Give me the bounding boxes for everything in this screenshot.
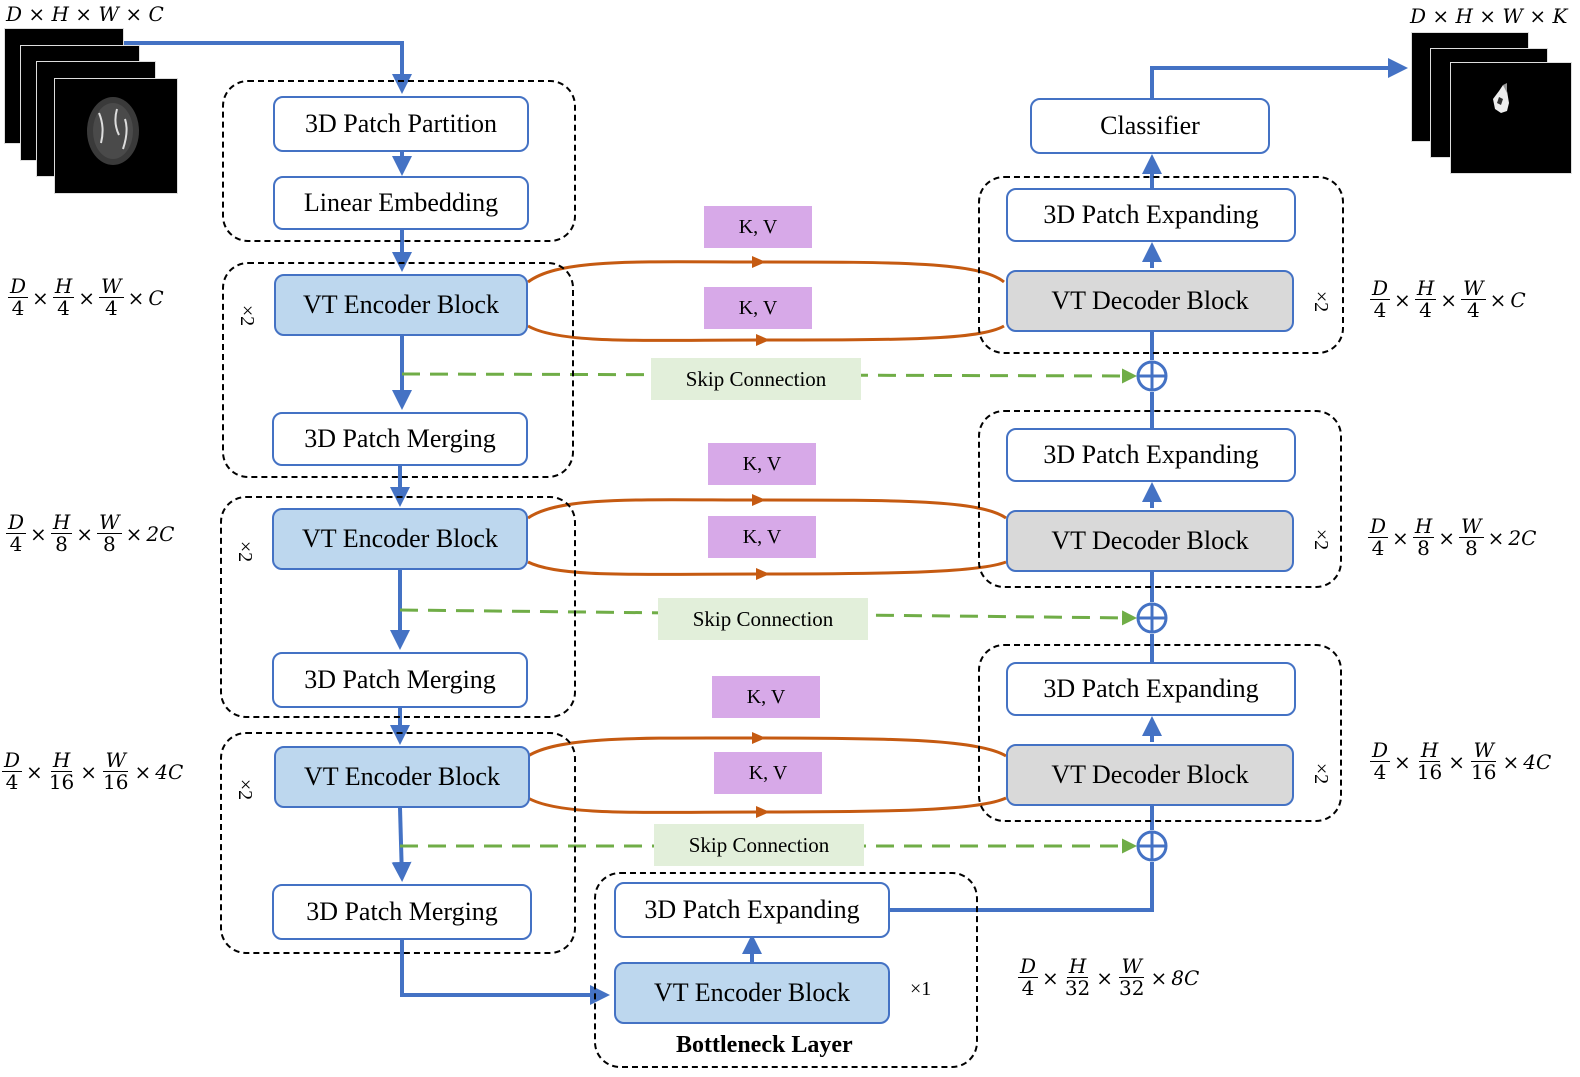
kv-label-2b: K, V <box>708 516 816 558</box>
decoder-stage-2-repeat: ×2 <box>1310 528 1333 551</box>
kv-arrowhead-1a <box>752 256 766 268</box>
brain-scan-icon <box>87 97 139 165</box>
bottleneck-repeat: ×1 <box>910 978 932 1000</box>
patch-partition-box[interactable]: 3D Patch Partition <box>273 96 529 152</box>
skip-connection-label-3: Skip Connection <box>654 824 864 866</box>
decoder-block-3[interactable]: VT Decoder Block <box>1006 744 1294 806</box>
encoder-stage-3-repeat: ×2 <box>234 778 257 801</box>
encoder-stage-2-repeat: ×2 <box>234 540 257 563</box>
segmentation-mask-icon <box>1493 83 1509 113</box>
input-slice-mri <box>54 78 178 194</box>
kv-arrow-1a <box>527 260 1005 284</box>
dim-label-encoder-2: D 4 × H 8 × W 8 × 2C <box>6 510 175 556</box>
encoder-block-1[interactable]: VT Encoder Block <box>274 274 528 336</box>
skip-connection-label-2: Skip Connection <box>658 598 868 640</box>
encoder-stage-1-repeat: ×2 <box>236 304 259 327</box>
dim-label-decoder-1: D 4 × H 4 × W 4 × C <box>1370 276 1526 322</box>
bottleneck-encoder-block[interactable]: VT Encoder Block <box>614 962 890 1024</box>
decoder-block-1[interactable]: VT Decoder Block <box>1006 270 1294 332</box>
output-slice-segmentation <box>1450 62 1572 174</box>
decoder-block-2[interactable]: VT Decoder Block <box>1006 510 1294 572</box>
dim-label-bottleneck: D 4 × H 32 × W 32 × 8C <box>1018 954 1200 1000</box>
dim-label-decoder-3: D 4 × H 16 × W 16 × 4C <box>1370 738 1552 784</box>
skip-connection-label-1: Skip Connection <box>651 358 861 400</box>
patch-merging-2[interactable]: 3D Patch Merging <box>272 652 528 708</box>
kv-label-3a: K, V <box>712 676 820 718</box>
patch-merging-3[interactable]: 3D Patch Merging <box>272 884 532 940</box>
patch-merging-1[interactable]: 3D Patch Merging <box>272 412 528 466</box>
add-node-3 <box>1136 830 1168 862</box>
kv-label-2a: K, V <box>708 443 816 485</box>
decoder-stage-1-repeat: ×2 <box>1310 290 1333 313</box>
output-dims-label: D × H × W × K <box>1410 4 1568 28</box>
decoder-patch-expanding-1[interactable]: 3D Patch Expanding <box>1006 188 1296 242</box>
kv-arrowhead-3a <box>752 732 766 744</box>
decoder-stage-3-repeat: ×2 <box>1310 762 1333 785</box>
input-dims-label: D × H × W × C <box>6 2 164 26</box>
kv-arrowhead-1b <box>756 334 770 346</box>
kv-label-1b: K, V <box>704 287 812 329</box>
linear-embedding-box[interactable]: Linear Embedding <box>273 176 529 230</box>
encoder-block-3[interactable]: VT Encoder Block <box>274 746 530 808</box>
encoder-block-2[interactable]: VT Encoder Block <box>272 508 528 570</box>
dim-label-decoder-2: D 4 × H 8 × W 8 × 2C <box>1368 514 1537 560</box>
kv-label-1a: K, V <box>704 206 812 248</box>
decoder-patch-expanding-2[interactable]: 3D Patch Expanding <box>1006 428 1296 482</box>
kv-arrow-2b <box>527 560 1007 576</box>
kv-arrowhead-2a <box>752 494 766 506</box>
bottleneck-title: Bottleneck Layer <box>676 1032 853 1058</box>
dim-label-encoder-1: D 4 × H 4 × W 4 × C <box>8 274 164 320</box>
kv-arrow-3b <box>527 796 1007 814</box>
classifier-to-output-arrow <box>1150 58 1408 100</box>
kv-label-3b: K, V <box>714 752 822 794</box>
classifier-box[interactable]: Classifier <box>1030 98 1270 154</box>
dim-label-encoder-3: D 4 × H 16 × W 16 × 4C <box>2 748 184 794</box>
add-node-2 <box>1136 602 1168 634</box>
bottleneck-patch-expanding[interactable]: 3D Patch Expanding <box>614 882 890 938</box>
kv-arrowhead-3b <box>756 806 770 818</box>
add-node-1 <box>1136 360 1168 392</box>
kv-arrowhead-2b <box>756 568 770 580</box>
decoder-patch-expanding-3[interactable]: 3D Patch Expanding <box>1006 662 1296 716</box>
